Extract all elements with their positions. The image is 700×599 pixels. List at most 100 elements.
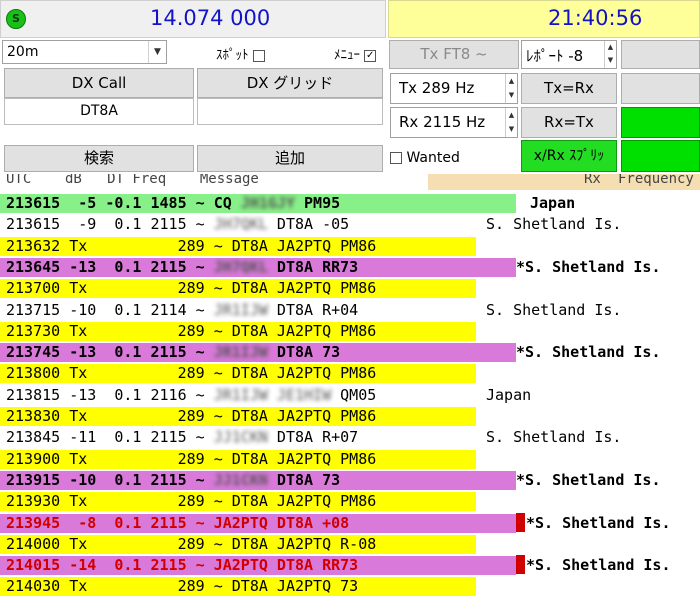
- tx-frequency-spinbox[interactable]: Tx 289 Hz ▲ ▼: [390, 73, 518, 104]
- tx-eq-rx-button[interactable]: Tx=Rx: [521, 73, 617, 104]
- country-text: *S. Shetland Is.: [516, 257, 661, 276]
- row-message: 213632 Tx 289 ~ DT8A JA2PTQ PM86: [6, 236, 376, 257]
- decode-row[interactable]: 213715 -10 0.1 2114 ~ JR1IJW DT8A R+04 S.…: [0, 300, 700, 321]
- alert-marker-icon: [516, 512, 525, 532]
- row-fields: 213700 Tx 289 ~ DT8A JA2PTQ PM86: [6, 279, 377, 298]
- row-fields: 213715 -10 0.1 2114 ~: [6, 300, 214, 319]
- country-label: *S. Shetland Is.: [516, 257, 661, 278]
- redacted-callsign: JJ1CKN: [213, 428, 268, 447]
- green-indicator[interactable]: [621, 107, 700, 138]
- row-message-tail: DT8A 73: [267, 470, 341, 489]
- decode-row[interactable]: 213615 -5 -0.1 1485 ~ CQ JH1GJY PM95 Japa…: [0, 193, 700, 214]
- country-text: Japan: [530, 194, 576, 212]
- row-fields: 214015 -14 0.1 2115 ~ JA2PTQ DT8A RR73: [6, 556, 359, 575]
- dx-call-input[interactable]: DT8A: [4, 98, 194, 125]
- chevron-down-icon[interactable]: ▼: [148, 41, 166, 63]
- band-select[interactable]: 20m ▼: [2, 40, 167, 64]
- top-bar: S 14.074 000 21:40:56: [0, 0, 700, 38]
- row-fields: 213730 Tx 289 ~ DT8A JA2PTQ PM86: [6, 321, 377, 340]
- row-message-tail: PM95: [295, 194, 341, 212]
- country-label: Japan: [486, 385, 531, 406]
- tx-row[interactable]: 213632 Tx 289 ~ DT8A JA2PTQ PM86: [0, 236, 700, 257]
- blank-button-1[interactable]: [621, 40, 700, 69]
- status-led-icon[interactable]: S: [6, 9, 26, 29]
- mode-button[interactable]: Tx FT8 ~: [389, 40, 519, 69]
- wanted-checkbox[interactable]: [390, 152, 402, 164]
- country-label: *S. Shetland Is.: [516, 470, 661, 491]
- decode-row[interactable]: 213645 -13 0.1 2115 ~ JH7QKL DT8A RR73 *S…: [0, 257, 700, 278]
- row-message: 213815 -13 0.1 2116 ~ JR1IJW JE1HIW QM05: [6, 385, 376, 406]
- dx-call-label: DX Call: [4, 68, 194, 98]
- row-message: 213715 -10 0.1 2114 ~ JR1IJW DT8A R+04: [6, 300, 358, 321]
- country-text: *S. Shetland Is.: [526, 556, 671, 575]
- tx-row[interactable]: 213700 Tx 289 ~ DT8A JA2PTQ PM86: [0, 278, 700, 299]
- row-message: 213615 -9 0.1 2115 ~ JH7QKL DT8A -05: [6, 214, 349, 235]
- row-fields: 213615 -9 0.1 2115 ~: [6, 215, 214, 234]
- add-button[interactable]: 追加: [197, 145, 383, 172]
- tx-frequency-label: Tx 289 Hz: [399, 79, 475, 97]
- country-text: *S. Shetland Is.: [516, 343, 661, 362]
- rx-header: Rx: [584, 174, 601, 187]
- rx-eq-tx-button[interactable]: Rx=Tx: [521, 107, 617, 138]
- redacted-callsign: JH1GJY: [240, 194, 295, 212]
- country-label: *S. Shetland Is.: [516, 555, 671, 576]
- decode-row[interactable]: 213945 -8 0.1 2115 ~ JA2PTQ DT8A +08 *S. …: [0, 512, 700, 534]
- row-message: 213615 -5 -0.1 1485 ~ CQ JH1GJY PM95: [6, 193, 340, 214]
- decode-list-header: UTC dB DT Freq Message Rx Frequency: [0, 174, 700, 190]
- row-message: 213645 -13 0.1 2115 ~ JH7QKL DT8A RR73: [6, 257, 358, 278]
- menu-option[interactable]: ﾒﾆｭｰ ✓: [334, 44, 377, 63]
- country-text: S. Shetland Is.: [486, 428, 622, 447]
- spot-option[interactable]: ｽﾎﾟｯﾄ: [216, 44, 265, 63]
- row-message-tail: DT8A -05: [267, 215, 350, 234]
- row-fields: 213815 -13 0.1 2116 ~: [6, 385, 214, 404]
- row-message: 213700 Tx 289 ~ DT8A JA2PTQ PM86: [6, 278, 376, 299]
- stepper-arrows-icon[interactable]: ▲ ▼: [505, 108, 517, 137]
- row-message-tail: DT8A RR73: [267, 257, 359, 276]
- stepper-arrows-icon[interactable]: ▲ ▼: [505, 74, 517, 103]
- decode-row[interactable]: 213745 -13 0.1 2115 ~ JR1IJW DT8A 73 *S. …: [0, 342, 700, 363]
- rx-frequency-label: Rx 2115 Hz: [399, 113, 486, 131]
- tx-row[interactable]: 214030 Tx 289 ~ DT8A JA2PTQ 73: [0, 576, 700, 597]
- tx-row[interactable]: 213930 Tx 289 ~ DT8A JA2PTQ PM86: [0, 491, 700, 512]
- split-button[interactable]: x/Rx ｽﾌﾟﾘｯ: [521, 140, 617, 172]
- row-message: 213830 Tx 289 ~ DT8A JA2PTQ PM86: [6, 406, 376, 427]
- green-indicator-2[interactable]: [621, 140, 700, 172]
- rx-frequency-spinbox[interactable]: Rx 2115 Hz ▲ ▼: [390, 107, 518, 138]
- row-fields: 213615 -5 -0.1 1485 ~ CQ: [6, 194, 241, 212]
- redacted-callsign: JH7QKL: [213, 257, 268, 276]
- tx-row[interactable]: 213830 Tx 289 ~ DT8A JA2PTQ PM86: [0, 406, 700, 427]
- row-message-tail: QM05: [331, 385, 377, 404]
- stepper-arrows-icon[interactable]: ▲ ▼: [604, 41, 616, 68]
- spot-checkbox[interactable]: [252, 49, 265, 62]
- row-fields: 213945 -8 0.1 2115 ~ JA2PTQ DT8A +08: [6, 513, 350, 532]
- dx-grid-input[interactable]: [197, 98, 383, 125]
- decode-row[interactable]: 213915 -10 0.1 2115 ~ JJ1CKN DT8A 73 *S. …: [0, 470, 700, 491]
- tx-row[interactable]: 213730 Tx 289 ~ DT8A JA2PTQ PM86: [0, 321, 700, 342]
- tx-row[interactable]: 213900 Tx 289 ~ DT8A JA2PTQ PM86: [0, 449, 700, 470]
- blank-button-2[interactable]: [621, 73, 700, 104]
- row-fields: 213645 -13 0.1 2115 ~: [6, 257, 214, 276]
- redacted-callsign: JH7QKL: [213, 215, 268, 234]
- row-fields: 213915 -10 0.1 2115 ~: [6, 470, 214, 489]
- country-label: S. Shetland Is.: [486, 214, 621, 235]
- decode-row[interactable]: 213845 -11 0.1 2115 ~ JJ1CKN DT8A R+07 S.…: [0, 427, 700, 448]
- wanted-option[interactable]: Wanted: [390, 150, 460, 166]
- country-text: Japan: [486, 385, 532, 404]
- country-text: *S. Shetland Is.: [516, 470, 661, 489]
- decode-row[interactable]: 213615 -9 0.1 2115 ~ JH7QKL DT8A -05 S. S…: [0, 214, 700, 235]
- frequency-header: Frequency: [618, 174, 694, 187]
- search-button[interactable]: 検索: [4, 145, 194, 172]
- row-message: 213730 Tx 289 ~ DT8A JA2PTQ PM86: [6, 321, 376, 342]
- tx-row[interactable]: 214000 Tx 289 ~ DT8A JA2PTQ R-08: [0, 534, 700, 555]
- menu-label: ﾒﾆｭｰ: [334, 48, 360, 63]
- country-text: S. Shetland Is.: [486, 300, 622, 319]
- row-message: 214000 Tx 289 ~ DT8A JA2PTQ R-08: [6, 534, 376, 555]
- row-fields: 213930 Tx 289 ~ DT8A JA2PTQ PM86: [6, 492, 377, 511]
- tx-row[interactable]: 213800 Tx 289 ~ DT8A JA2PTQ PM86: [0, 363, 700, 384]
- report-spinbox[interactable]: ﾚﾎﾟｰﾄ -8 ▲ ▼: [521, 40, 617, 69]
- menu-checkbox[interactable]: ✓: [364, 49, 377, 62]
- dx-grid-label: DX グリッド: [197, 68, 383, 98]
- decode-row[interactable]: 213815 -13 0.1 2116 ~ JR1IJW JE1HIW QM05…: [0, 385, 700, 406]
- row-fields: 213900 Tx 289 ~ DT8A JA2PTQ PM86: [6, 449, 377, 468]
- decode-row[interactable]: 214015 -14 0.1 2115 ~ JA2PTQ DT8A RR73 *S…: [0, 555, 700, 576]
